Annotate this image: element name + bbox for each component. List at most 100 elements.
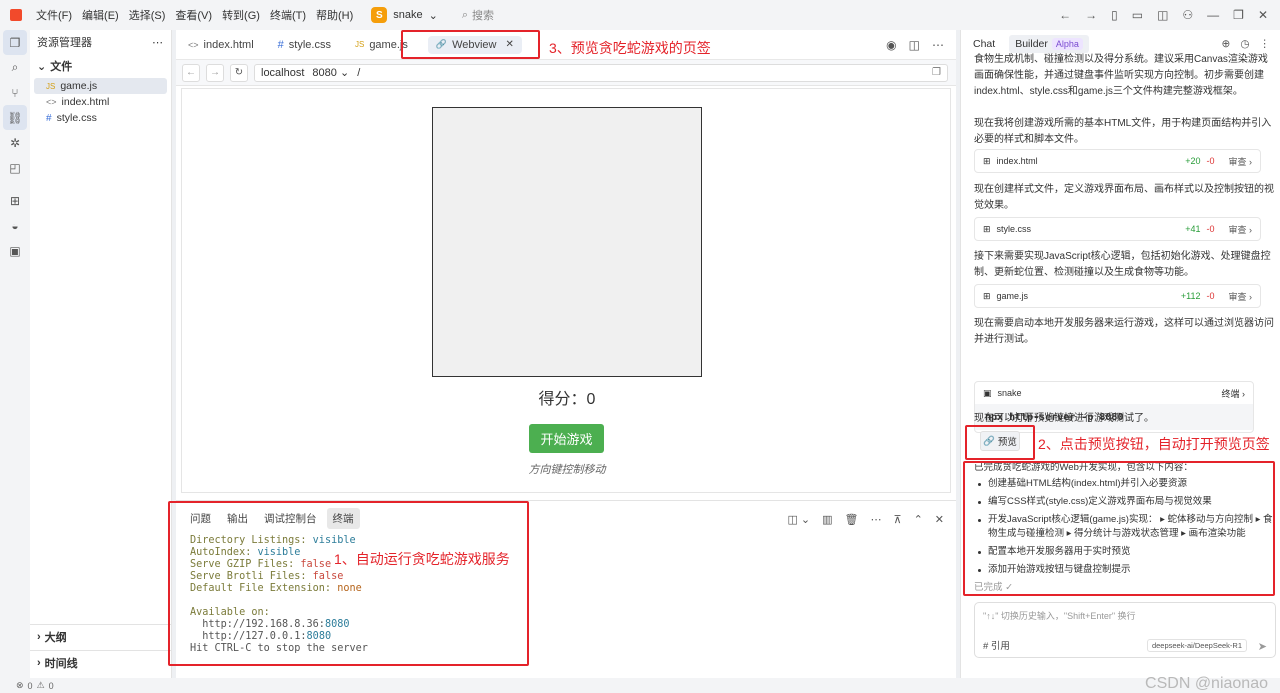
open-external-icon[interactable]: ❐ [932, 67, 941, 78]
menu-terminal[interactable]: 终端(T) [270, 7, 306, 23]
close-panel-icon[interactable]: ✕ [935, 513, 944, 526]
html-file-icon: <> [188, 39, 199, 50]
file-change-card[interactable]: ⊞ style.css +41 -0 审查 › [974, 217, 1261, 241]
files-section-label: 文件 [50, 61, 73, 73]
layout-panel-icon[interactable]: ▭ [1132, 8, 1143, 22]
back-button[interactable]: ← [182, 63, 200, 82]
file-add-icon: ⊞ [983, 290, 991, 301]
tab-style-css[interactable]: # style.css [266, 31, 343, 59]
menu-help[interactable]: 帮助(H) [316, 7, 353, 23]
warning-count: 0 [48, 680, 54, 691]
file-change-card[interactable]: ⊞ game.js +112 -0 审查 › [974, 284, 1261, 308]
split-terminal-icon[interactable]: ▥ [822, 513, 832, 526]
more-icon[interactable]: ⋮ [1260, 38, 1271, 50]
outline-section[interactable]: › 大纲 [30, 624, 171, 648]
remote-link-icon[interactable]: ⛓ [3, 105, 27, 130]
reload-button[interactable]: ↻ [230, 63, 248, 82]
panel-controls: ◫ ⌄ ▥ 🗑 ⋯ ⊼ ⌃ ✕ [787, 513, 944, 526]
trash-icon[interactable]: 🗑 [845, 513, 859, 526]
menu-file[interactable]: 文件(F) [36, 7, 72, 23]
file-change-card[interactable]: ⊞ index.html +20 -0 审查 › [974, 149, 1261, 173]
tab-builder-label: Builder [1015, 38, 1048, 50]
review-button[interactable]: 审查 › [1228, 290, 1252, 303]
minimize-icon[interactable]: — [1207, 8, 1219, 22]
remote-explorer-icon[interactable]: ▣ [0, 238, 30, 263]
file-name: style.css [56, 112, 97, 124]
file-name: game.js [60, 80, 98, 92]
new-chat-icon[interactable]: ⊕ [1222, 38, 1231, 50]
forward-button[interactable]: → [206, 63, 224, 82]
chevron-up-icon[interactable]: ⌃ [914, 513, 923, 526]
open-terminal-button[interactable]: 终端 › [1221, 387, 1245, 400]
back-arrow-icon[interactable]: ← [1059, 8, 1071, 22]
files-section-header[interactable]: ⌄ 文件 [30, 54, 171, 78]
lines-added: +41 [1185, 224, 1201, 234]
search-icon[interactable]: ⌕ [0, 55, 30, 80]
docker-icon[interactable]: ◒ [0, 213, 30, 238]
layout-split-icon[interactable]: ◫ [1157, 8, 1168, 22]
account-icon[interactable]: ⚇ [1182, 8, 1193, 22]
tab-chat[interactable]: Chat [973, 38, 995, 50]
menu-edit[interactable]: 编辑(E) [82, 7, 119, 23]
explorer-icon[interactable]: ❐ [3, 30, 27, 55]
chat-paragraph: 现在我将创建游戏所需的基本HTML文件，用于构建页面结构并引入必要的样式和脚本文… [974, 118, 1272, 145]
compass-icon[interactable]: ◉ [886, 38, 896, 52]
menu-view[interactable]: 查看(V) [175, 7, 212, 23]
extensions-icon[interactable]: ⊞ [0, 188, 30, 213]
debug-icon[interactable]: ✲ [0, 130, 30, 155]
restore-icon[interactable]: ❐ [1233, 8, 1244, 22]
search-box[interactable]: ⌕ 搜索 [462, 7, 494, 23]
menu-selection[interactable]: 选择(S) [129, 7, 166, 23]
chevron-right-icon: › [37, 656, 41, 669]
annotation-box-preview-button [965, 425, 1035, 460]
tab-builder[interactable]: Builder Alpha [1009, 35, 1089, 53]
file-item-style-css[interactable]: # style.css [34, 110, 167, 126]
file-item-index-html[interactable]: <> index.html [34, 94, 167, 110]
history-icon[interactable]: ◷ [1240, 38, 1249, 50]
file-change-name: style.css [996, 224, 1032, 234]
url-port: 8080 [312, 67, 337, 79]
tab-index-html[interactable]: <> index.html [176, 31, 266, 59]
url-port-select[interactable]: 8080 ⌄ [312, 66, 349, 79]
terminal-card-name: snake [997, 388, 1022, 398]
project-switcher[interactable]: S snake ⌄ [371, 7, 438, 23]
editor-actions: ◉ ◫ ⋯ [886, 38, 944, 52]
annotation-box-terminal [168, 501, 529, 666]
annotation-box-webview-tab [401, 30, 540, 59]
annotation-note-1: 1、自动运行贪吃蛇游戏服务 [334, 551, 510, 567]
chat-paragraph: 接下来需要实现JavaScript核心逻辑，包括初始化游戏、处理键盘控制、更新蛇… [974, 251, 1271, 278]
game-canvas[interactable] [432, 107, 702, 377]
forward-arrow-icon[interactable]: → [1085, 8, 1097, 22]
timeline-section[interactable]: › 时间线 [30, 650, 171, 674]
tab-label: index.html [203, 38, 254, 51]
review-button[interactable]: 审查 › [1228, 155, 1252, 168]
layout-sidebar-icon[interactable]: ▯ [1111, 8, 1118, 22]
warning-icon[interactable]: ⚠ [37, 680, 45, 691]
search-icon: ⌕ [461, 8, 469, 21]
layout-icon[interactable]: ⊼ [894, 513, 902, 526]
alpha-badge: Alpha [1051, 38, 1083, 50]
more-icon[interactable]: ⋯ [152, 36, 163, 49]
source-control-icon[interactable]: ⑂ [0, 80, 30, 105]
more-icon[interactable]: ⋯ [932, 38, 944, 52]
close-window-icon[interactable]: ✕ [1258, 8, 1268, 22]
reference-button[interactable]: # 引用 [983, 638, 1010, 652]
explorer-panel: 资源管理器 ⋯ ⌄ 文件 JS game.js <> index.html # … [30, 30, 172, 678]
lines-removed: -0 [1206, 156, 1215, 166]
review-button[interactable]: 审查 › [1228, 223, 1252, 236]
file-item-game-js[interactable]: JS game.js [34, 78, 167, 94]
start-game-button[interactable]: 开始游戏 [529, 424, 604, 453]
model-selector[interactable]: deepseek-ai/DeepSeek-R1 [1146, 639, 1247, 652]
preview-icon[interactable]: ◰ [0, 155, 30, 180]
chat-input[interactable]: "↑↓" 切换历史输入，"Shift+Enter" 换行 # 引用 deepse… [974, 602, 1276, 658]
file-change-name: index.html [996, 156, 1038, 166]
new-terminal-icon[interactable]: ◫ ⌄ [787, 513, 810, 526]
chat-paragraph: 现在创建样式文件，定义游戏界面布局、画布样式以及控制按钮的视觉效果。 [974, 184, 1274, 211]
url-bar[interactable]: localhost 8080 ⌄ / ❐ [254, 63, 948, 82]
split-editor-icon[interactable]: ◫ [909, 38, 920, 52]
menu-goto[interactable]: 转到(G) [222, 7, 260, 23]
more-icon[interactable]: ⋯ [871, 513, 882, 526]
error-icon[interactable]: ⊗ [16, 680, 24, 691]
send-icon[interactable]: ➤ [1258, 640, 1267, 653]
lines-added: +112 [1180, 291, 1201, 301]
